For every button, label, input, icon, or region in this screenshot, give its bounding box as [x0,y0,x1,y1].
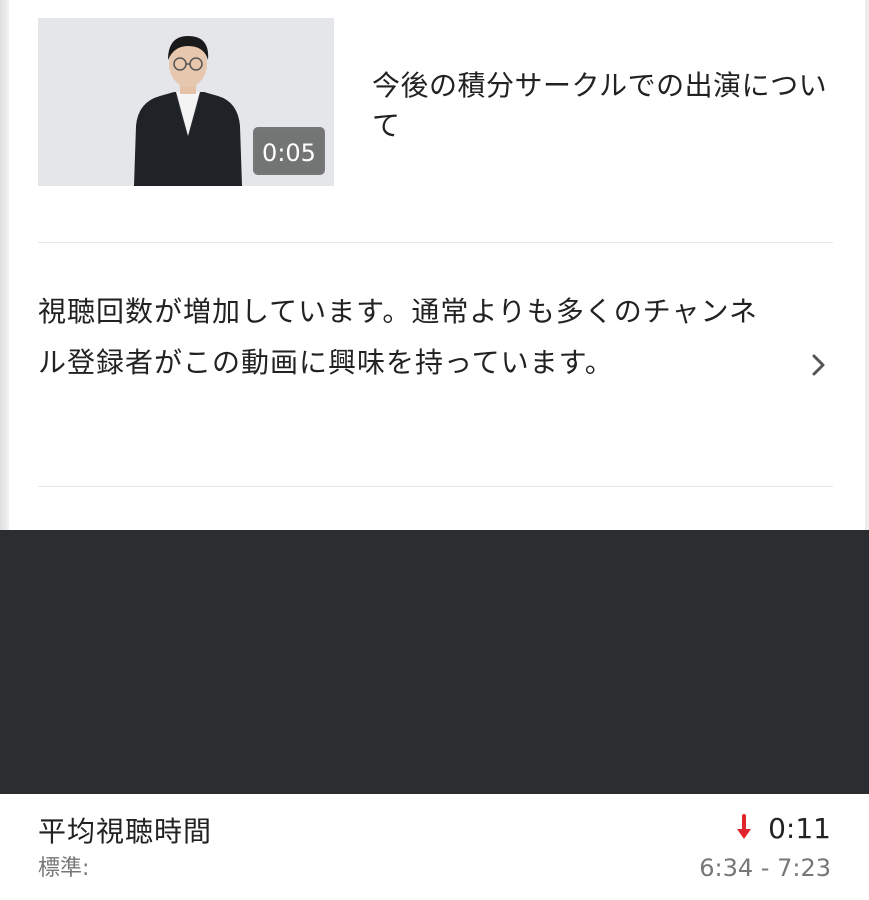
chevron-right-icon[interactable] [809,353,829,377]
divider [38,486,833,487]
metric-label: 平均視聴時間 [38,815,213,848]
insight-text: 視聴回数が増加しています。通常よりも多くのチャンネル登録者がこの動画に興味を持っ… [38,295,758,379]
average-view-duration-row: 平均視聴時間 標準: 0:11 6:34 - 7:23 [0,794,869,900]
analytics-screen: 0:05 今後の積分サークルでの出演について 視聴回数が増加しています。通常より… [0,0,869,900]
video-card[interactable]: 0:05 今後の積分サークルでの出演について [38,18,833,186]
metric-sublabel: 標準: [38,856,90,881]
video-title[interactable]: 今後の積分サークルでの出演について [372,66,832,146]
divider [38,242,833,243]
right-edge-shadow [865,0,869,530]
down-arrow-icon [737,814,752,839]
left-edge-shadow [0,0,9,530]
insight-row[interactable]: 視聴回数が増加しています。通常よりも多くのチャンネル登録者がこの動画に興味を持っ… [38,286,833,446]
video-duration-badge: 0:05 [253,127,325,175]
metric-range: 6:34 - 7:23 [699,854,831,882]
video-thumbnail[interactable]: 0:05 [38,18,334,186]
metric-value-group: 0:11 [734,810,831,846]
dark-panel [0,530,869,794]
metric-value: 0:11 [768,811,831,845]
